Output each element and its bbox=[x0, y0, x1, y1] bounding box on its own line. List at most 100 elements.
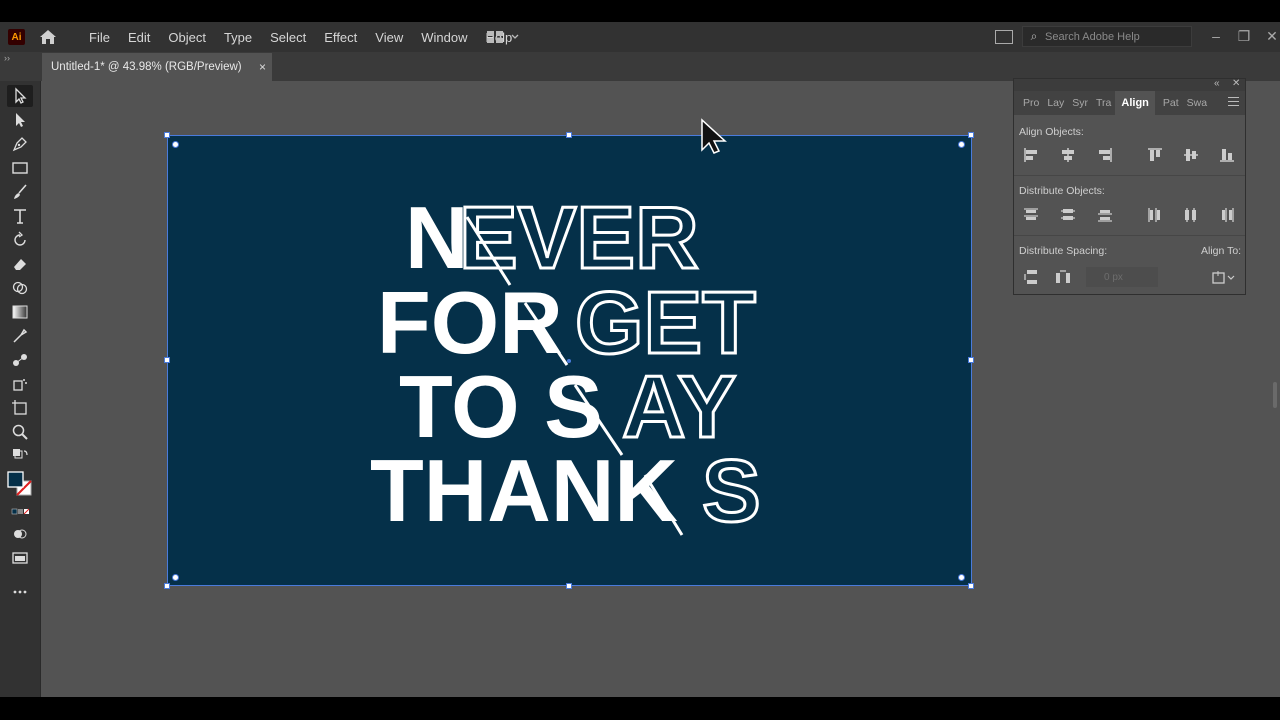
menu-object[interactable]: Object bbox=[159, 30, 215, 45]
horizontal-distribute-right-icon[interactable] bbox=[1216, 205, 1238, 225]
document-tab[interactable]: Untitled-1* @ 43.98% (RGB/Preview) × bbox=[42, 53, 272, 81]
tab-layers[interactable]: Lay bbox=[1043, 97, 1068, 109]
eraser-tool-icon[interactable] bbox=[7, 253, 33, 275]
bottom-letterbox bbox=[0, 697, 1280, 720]
horizontal-distribute-left-icon[interactable] bbox=[1144, 205, 1166, 225]
tab-align[interactable]: Align bbox=[1115, 91, 1155, 115]
horizontal-align-left-icon[interactable] bbox=[1020, 145, 1042, 165]
tab-transform[interactable]: Tra bbox=[1092, 97, 1115, 109]
tab-symbols[interactable]: Syr bbox=[1068, 97, 1092, 109]
resize-handle-bottom-right[interactable] bbox=[968, 583, 974, 589]
arrange-documents-icon[interactable] bbox=[995, 30, 1013, 44]
tools-panel bbox=[0, 81, 41, 697]
resize-handle-bottom-left[interactable] bbox=[164, 583, 170, 589]
fill-stroke-swap-icon[interactable] bbox=[7, 445, 33, 467]
resize-handle-top[interactable] bbox=[566, 132, 572, 138]
tab-pathfinder[interactable]: Pat bbox=[1159, 97, 1183, 109]
fill-color-swatch[interactable] bbox=[7, 471, 33, 497]
gradient-tool-icon[interactable] bbox=[7, 301, 33, 323]
main-menu: File Edit Object Type Select Effect View… bbox=[80, 22, 521, 52]
type-tool-icon[interactable] bbox=[7, 205, 33, 227]
menu-window[interactable]: Window bbox=[412, 30, 476, 45]
screen-mode-icon[interactable] bbox=[7, 547, 33, 569]
close-panel-icon[interactable]: ✕ bbox=[1232, 78, 1240, 89]
resize-handle-right[interactable] bbox=[968, 357, 974, 363]
rotate-tool-icon[interactable] bbox=[7, 229, 33, 251]
illustrator-window: Ai File Edit Object Type Select Effect V… bbox=[0, 22, 1280, 697]
vertical-distribute-center-icon[interactable] bbox=[1057, 205, 1079, 225]
artboard-tool-icon[interactable] bbox=[7, 397, 33, 419]
paintbrush-tool-icon[interactable] bbox=[7, 181, 33, 203]
distribute-objects-label: Distribute Objects: bbox=[1019, 185, 1105, 197]
document-tab-bar: ›› Untitled-1* @ 43.98% (RGB/Preview) × bbox=[0, 52, 1280, 81]
zoom-tool-icon[interactable] bbox=[7, 421, 33, 443]
align-objects-label: Align Objects: bbox=[1019, 126, 1084, 138]
collapse-panel-icon[interactable]: « bbox=[1214, 78, 1220, 89]
menu-view[interactable]: View bbox=[366, 30, 412, 45]
corner-widget-top-left[interactable] bbox=[172, 141, 179, 148]
resize-handle-top-right[interactable] bbox=[968, 132, 974, 138]
menu-effect[interactable]: Effect bbox=[315, 30, 366, 45]
horizontal-distribute-space-icon[interactable] bbox=[1052, 267, 1074, 287]
corner-widget-bottom-left[interactable] bbox=[172, 574, 179, 581]
direct-selection-tool-icon[interactable] bbox=[7, 109, 33, 131]
horizontal-distribute-center-icon[interactable] bbox=[1180, 205, 1202, 225]
rectangle-tool-icon[interactable] bbox=[7, 157, 33, 179]
menu-edit[interactable]: Edit bbox=[119, 30, 159, 45]
vertical-align-bottom-icon[interactable] bbox=[1216, 145, 1238, 165]
shape-builder-tool-icon[interactable] bbox=[7, 277, 33, 299]
panel-tabs: Pro Lay Syr Tra Align Pat Swa bbox=[1014, 91, 1245, 115]
blend-tool-icon[interactable] bbox=[7, 349, 33, 371]
eyedropper-tool-icon[interactable] bbox=[7, 325, 33, 347]
panel-menu-icon[interactable] bbox=[1228, 97, 1239, 109]
home-icon[interactable] bbox=[38, 28, 58, 46]
menu-select[interactable]: Select bbox=[261, 30, 315, 45]
line-thanks-solid: THANK bbox=[370, 441, 678, 540]
menu-bar: Ai File Edit Object Type Select Effect V… bbox=[0, 22, 1280, 52]
symbol-sprayer-tool-icon[interactable] bbox=[7, 373, 33, 395]
search-help-field[interactable]: ⌕ Search Adobe Help bbox=[1022, 26, 1192, 47]
close-window-icon[interactable]: ✕ bbox=[1262, 26, 1280, 46]
corner-widget-bottom-right[interactable] bbox=[958, 574, 965, 581]
vertical-scrollbar[interactable] bbox=[1273, 382, 1277, 408]
restore-icon[interactable]: ❐ bbox=[1234, 26, 1254, 46]
drawing-mode-icon[interactable] bbox=[7, 523, 33, 545]
align-to-dropdown-icon[interactable] bbox=[1208, 267, 1238, 287]
distribute-spacing-input[interactable]: 0 px bbox=[1086, 267, 1158, 287]
resize-handle-bottom[interactable] bbox=[566, 583, 572, 589]
vertical-align-center-icon[interactable] bbox=[1180, 145, 1202, 165]
search-placeholder: Search Adobe Help bbox=[1045, 30, 1140, 43]
vertical-distribute-top-icon[interactable] bbox=[1020, 205, 1042, 225]
document-tab-title: Untitled-1* @ 43.98% (RGB/Preview) bbox=[51, 61, 242, 73]
corner-widget-top-right[interactable] bbox=[958, 141, 965, 148]
resize-handle-top-left[interactable] bbox=[164, 132, 170, 138]
menu-type[interactable]: Type bbox=[215, 30, 261, 45]
color-mode-icon[interactable] bbox=[7, 501, 33, 523]
panel-header: « ✕ bbox=[1014, 78, 1245, 91]
panel-divider bbox=[1014, 175, 1245, 176]
collapse-toolbar-icon[interactable]: ›› bbox=[4, 53, 10, 63]
workspace-switcher-icon[interactable] bbox=[486, 29, 522, 45]
vertical-distribute-space-icon[interactable] bbox=[1020, 267, 1042, 287]
search-icon: ⌕ bbox=[1030, 29, 1038, 43]
horizontal-align-right-icon[interactable] bbox=[1094, 145, 1116, 165]
selection-tool-icon[interactable] bbox=[7, 85, 33, 107]
minimize-icon[interactable]: – bbox=[1206, 26, 1226, 46]
pen-tool-icon[interactable] bbox=[7, 133, 33, 155]
vertical-align-top-icon[interactable] bbox=[1144, 145, 1166, 165]
horizontal-align-center-icon[interactable] bbox=[1057, 145, 1079, 165]
panel-divider bbox=[1014, 235, 1245, 236]
menu-file[interactable]: File bbox=[80, 30, 119, 45]
vertical-distribute-bottom-icon[interactable] bbox=[1094, 205, 1116, 225]
align-panel: « ✕ Pro Lay Syr Tra Align Pat Swa Align … bbox=[1013, 78, 1246, 295]
tab-properties[interactable]: Pro bbox=[1019, 97, 1043, 109]
line-thanks-outline: S bbox=[702, 441, 761, 540]
distribute-spacing-label: Distribute Spacing: bbox=[1019, 245, 1108, 257]
close-document-icon[interactable]: × bbox=[259, 60, 266, 74]
app-logo: Ai bbox=[8, 29, 25, 45]
resize-handle-left[interactable] bbox=[164, 357, 170, 363]
align-to-label: Align To: bbox=[1201, 245, 1242, 257]
mouse-cursor-icon bbox=[701, 118, 727, 154]
tab-swatches[interactable]: Swa bbox=[1183, 97, 1211, 109]
more-tools-icon[interactable] bbox=[7, 581, 33, 603]
